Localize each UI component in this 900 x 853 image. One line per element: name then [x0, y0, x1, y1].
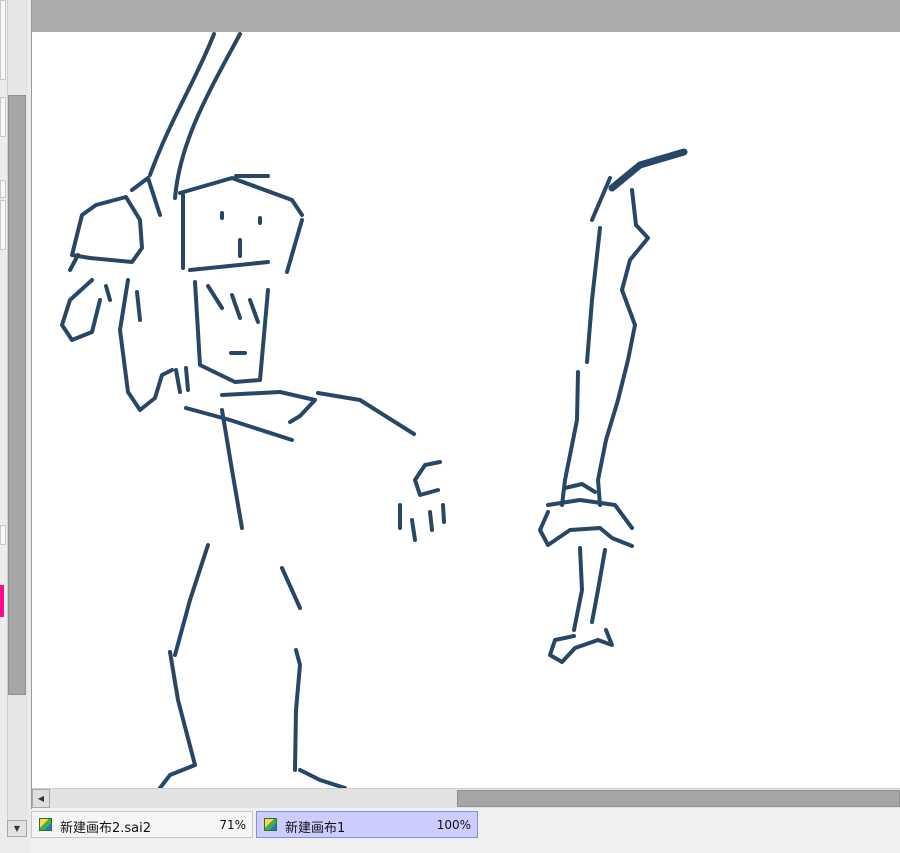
sketch-stroke	[118, 278, 174, 412]
sketch-stroke	[104, 284, 112, 302]
panel-edge-box	[0, 200, 6, 250]
sketch-stroke	[174, 368, 182, 394]
sketch-stroke	[173, 543, 210, 657]
tab-title: 新建画布2.sai2	[60, 821, 152, 836]
sketch-stroke	[316, 391, 416, 436]
sketch-stroke	[563, 482, 597, 494]
sketch-drawing	[60, 32, 688, 788]
horizontal-scrollbar[interactable]: ◀	[32, 788, 900, 808]
sai-document-icon	[39, 818, 52, 831]
sketch-stroke	[428, 510, 434, 532]
tab-zoom-level: 100%	[436, 818, 471, 832]
sketch-stroke	[173, 32, 242, 200]
sketch-stroke	[70, 195, 144, 264]
sketch-stroke	[280, 566, 302, 610]
sketch-stroke	[60, 278, 102, 342]
sketch-stroke	[596, 188, 650, 507]
sketch-stroke	[206, 284, 224, 310]
sketch-stroke	[546, 498, 634, 530]
sketch-stroke	[441, 503, 446, 524]
sketch-stroke	[548, 628, 614, 664]
color-swatch[interactable]	[0, 585, 4, 617]
sketch-stroke	[585, 226, 602, 364]
left-side-panel: ▼	[0, 0, 31, 853]
panel-edge-box	[0, 180, 6, 198]
arrow-left-icon[interactable]: ◀	[32, 789, 50, 808]
arrow-down-icon[interactable]: ▼	[7, 820, 27, 837]
sketch-stroke	[130, 176, 162, 217]
sketch-stroke	[572, 546, 584, 632]
panel-edge-box	[0, 97, 6, 137]
panel-edge-box	[0, 0, 6, 80]
sketch-stroke	[285, 218, 304, 274]
sketch-stroke	[298, 768, 347, 788]
document-tab-active[interactable]: 新建画布1 100%	[256, 811, 478, 838]
tab-zoom-level: 71%	[219, 818, 246, 832]
sketch-stroke	[184, 366, 190, 392]
sketch-stroke	[590, 548, 607, 624]
sketch-stroke	[220, 408, 244, 530]
tab-title: 新建画布1	[285, 821, 346, 836]
sketch-stroke	[230, 293, 242, 320]
sketch-stroke	[220, 390, 317, 424]
drawing-canvas[interactable]	[32, 32, 900, 788]
sketch-stroke	[184, 406, 294, 442]
sketch-stroke	[135, 290, 142, 322]
workspace-background	[32, 0, 900, 32]
sai-document-icon	[264, 818, 277, 831]
sketch-stroke	[188, 260, 270, 272]
horizontal-scrollbar-thumb[interactable]	[457, 790, 900, 807]
sketch-stroke	[293, 648, 302, 772]
document-tab[interactable]: 新建画布2.sai2 71%	[31, 811, 253, 838]
panel-edge-box	[0, 525, 6, 545]
document-tab-bar: 新建画布2.sai2 71% 新建画布1 100%	[31, 809, 900, 853]
sketch-stroke	[178, 176, 304, 217]
vertical-scrollbar-thumb[interactable]	[8, 95, 26, 695]
sketch-stroke	[413, 460, 442, 497]
sketch-stroke	[248, 298, 260, 324]
sketch-stroke	[608, 148, 688, 192]
sketch-stroke	[590, 176, 612, 222]
sketch-stroke	[158, 763, 197, 788]
sketch-stroke	[410, 518, 417, 542]
sketch-stroke	[538, 510, 634, 548]
sketch-stroke	[168, 650, 197, 767]
